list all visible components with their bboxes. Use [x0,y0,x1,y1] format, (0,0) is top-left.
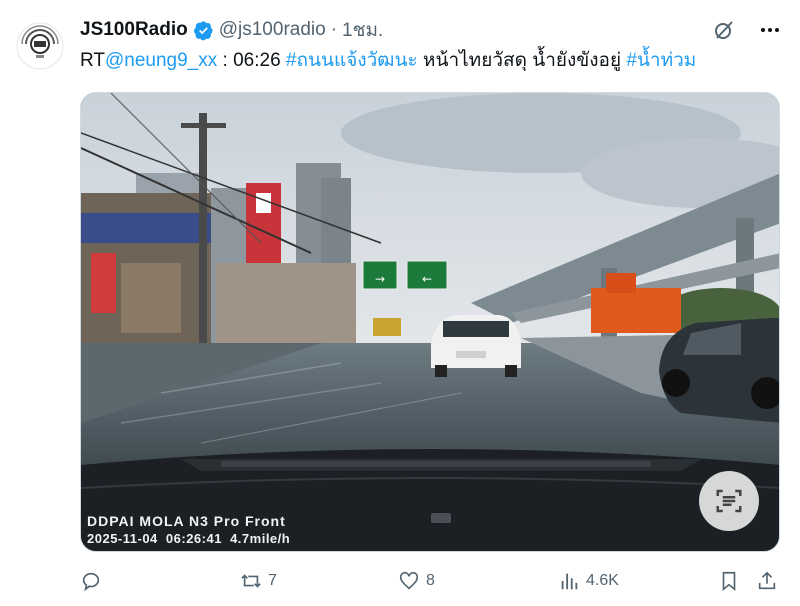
road-sign-arrow-2: ← [422,272,432,286]
camera-brand-label: DDPAI MOLA N3 Pro Front [87,513,286,529]
text-scan-icon [716,489,742,513]
like-count: 8 [426,572,435,589]
grok-icon[interactable] [712,18,736,42]
camera-date: 2025-11-04 [87,531,158,546]
js100-logo-icon [16,22,64,70]
bookmark-button[interactable] [718,570,740,592]
tweet-time-text: : 06:26 [217,50,286,71]
mention-link[interactable]: @neung9_xx [105,50,217,71]
reply-icon [82,572,100,592]
rt-prefix: RT [80,50,105,71]
heart-icon [399,571,419,590]
handle[interactable]: @js100radio [219,19,326,41]
tweet-header: JS100Radio @js100radio · 1ชม. [80,17,383,43]
bookmark-icon [722,571,736,592]
tweet-text: RT@neung9_xx : 06:26 #ถนนแจ้งวัฒนะ หน้าไ… [80,48,696,74]
more-options-icon[interactable] [758,18,782,42]
tweet-body: หน้าไทยวัสดุ น้ำยังขังอยู่ [417,50,627,71]
views-count: 4.6K [586,572,619,589]
action-bar: 7 8 4.6K [80,570,780,598]
like-button[interactable]: 8 [398,570,435,592]
avatar[interactable] [16,22,64,70]
share-button[interactable] [756,570,778,592]
separator-dot: · [330,19,338,40]
text-scan-button[interactable] [699,471,759,531]
retweet-button[interactable]: 7 [240,570,277,592]
verified-badge-icon [193,20,213,40]
display-name[interactable]: JS100Radio [80,19,188,41]
retweet-icon [241,574,261,588]
views-chart-icon [561,573,578,590]
hashtag-link-1[interactable]: #ถนนแจ้งวัฒนะ [286,50,418,71]
views-button[interactable]: 4.6K [558,570,619,592]
top-actions [712,18,782,42]
timestamp[interactable]: 1ชม. [342,15,383,45]
camera-speed: 4.7mile/h [230,531,291,546]
road-sign-arrow-1: → [375,272,385,286]
reply-button[interactable] [80,570,108,592]
camera-clock: 06:26:41 [165,531,222,546]
hashtag-link-2[interactable]: #น้ำท่วม [626,50,696,71]
share-icon [758,571,776,590]
tweet-media[interactable]: → ← DDPAI MOLA N3 Pro Front 2025-11-04 0… [80,92,780,552]
camera-timestamp: 2025-11-04 06:26:41 4.7mile/h [87,531,290,546]
retweet-count: 7 [268,572,277,589]
flooded-street-photo: → ← [81,93,779,551]
